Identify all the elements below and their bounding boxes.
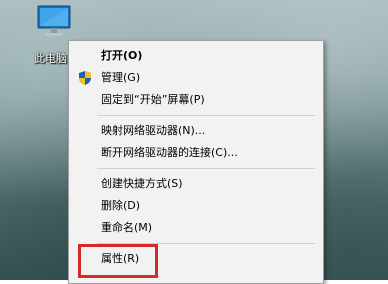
menu-separator: [97, 115, 315, 116]
menu-item-manage[interactable]: 管理(G): [69, 67, 323, 89]
menu-item-label: 删除(D): [101, 199, 141, 212]
menu-item-pin-to-start[interactable]: 固定到“开始”屏幕(P): [69, 89, 323, 111]
computer-icon: [37, 5, 71, 36]
menu-item-label: 断开网络驱动器的连接(C)...: [101, 146, 238, 159]
menu-item-label: 固定到“开始”屏幕(P): [101, 93, 205, 106]
menu-item-label: 管理(G): [101, 71, 141, 84]
properties-highlight-box: [78, 244, 158, 278]
menu-item-label: 映射网络驱动器(N)...: [101, 124, 206, 137]
menu-item-delete[interactable]: 删除(D): [69, 195, 323, 217]
menu-item-create-shortcut[interactable]: 创建快捷方式(S): [69, 173, 323, 195]
menu-item-label: 创建快捷方式(S): [101, 177, 183, 190]
menu-item-open[interactable]: 打开(O): [69, 45, 323, 67]
menu-item-disconnect-network-drive[interactable]: 断开网络驱动器的连接(C)...: [69, 142, 323, 164]
menu-item-map-network-drive[interactable]: 映射网络驱动器(N)...: [69, 120, 323, 142]
menu-item-label: 重命名(M): [101, 221, 153, 234]
menu-item-rename[interactable]: 重命名(M): [69, 217, 323, 239]
menu-item-label: 打开(O): [101, 49, 143, 62]
shield-icon: [79, 71, 91, 85]
menu-separator: [97, 168, 315, 169]
